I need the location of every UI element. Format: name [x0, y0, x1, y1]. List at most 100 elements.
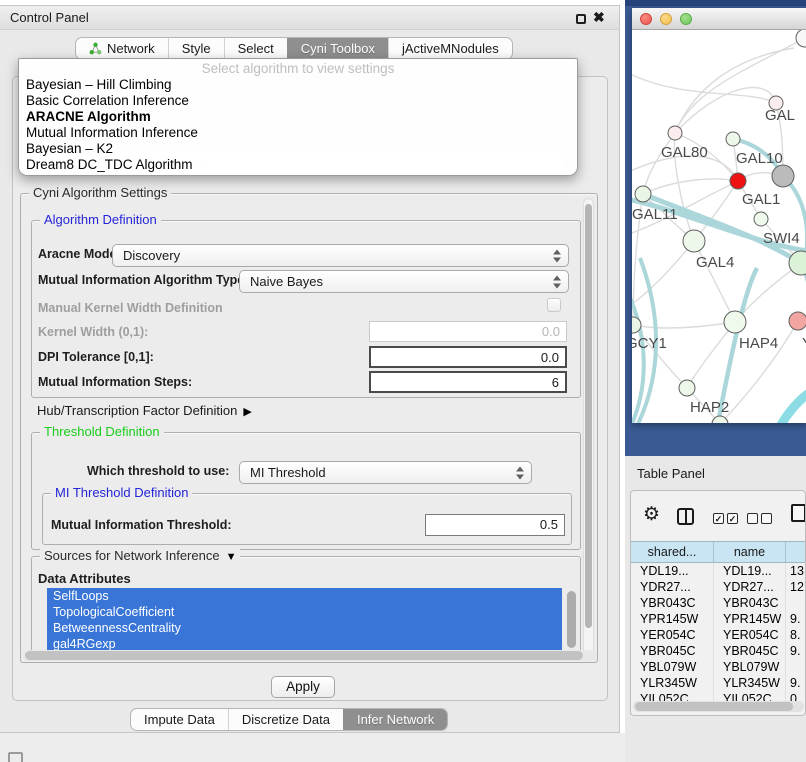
close-window-icon[interactable]	[640, 13, 652, 25]
table-row[interactable]: YDR27...YDR27...12	[631, 579, 806, 595]
control-panel-tab-bar: Network Style SelectCyni ToolboxjActiveMNo…	[75, 37, 513, 60]
tab-cyni-toolbox[interactable]: Cyni Toolbox	[287, 38, 388, 59]
table-row[interactable]: YBR043CYBR043C	[631, 595, 806, 611]
minimize-window-icon[interactable]	[660, 13, 672, 25]
which-threshold-label: Which threshold to use:	[87, 464, 229, 478]
algorithm-option[interactable]: Dream8 DC_TDC Algorithm	[19, 157, 577, 173]
mi-threshold-field[interactable]: 0.5	[425, 514, 565, 536]
network-node-label: GAL80	[661, 144, 708, 161]
network-node-label: GCY1	[632, 335, 667, 352]
zoom-window-icon[interactable]	[680, 13, 692, 25]
table-row[interactable]: YER054CYER054C8.	[631, 627, 806, 643]
algorithm-option[interactable]: Bayesian – Hill Climbing	[19, 77, 577, 93]
tab-jactivemnodules[interactable]: jActiveMNodules	[388, 38, 512, 59]
table-column-header[interactable]: shared...	[631, 542, 714, 562]
network-node-label: GAL1	[742, 191, 780, 208]
table-row[interactable]: YDL19...YDL19...13	[631, 563, 806, 579]
table-cell	[786, 595, 806, 611]
table-cell: YDR27...	[714, 579, 786, 595]
threshold-definition-title: Threshold Definition	[40, 424, 164, 439]
table-settings-gear-icon[interactable]	[643, 503, 660, 526]
select-all-checkbox-icon[interactable]	[713, 513, 724, 524]
table-horizontal-scrollbar-thumb[interactable]	[635, 702, 793, 711]
network-edge[interactable]	[632, 285, 644, 423]
sources-title[interactable]: Sources for Network Inference▼	[40, 548, 240, 563]
settings-vertical-scrollbar[interactable]	[583, 198, 594, 656]
table-column-header[interactable]: name	[714, 542, 786, 562]
network-canvas[interactable]: GALGAL80GAL10GAL1GAL11SWI4GAL4GCY1HAP4YH…	[632, 30, 806, 423]
table-row[interactable]: YBL079WYBL079W	[631, 659, 806, 675]
table-cell: YBL079W	[631, 659, 714, 675]
network-edge[interactable]	[632, 241, 694, 308]
tab-label: Style	[182, 41, 211, 56]
network-edge[interactable]	[778, 387, 806, 423]
network-node-hap2[interactable]	[679, 380, 695, 396]
algorithm-option[interactable]: Mutual Information Inference	[19, 125, 577, 141]
algorithm-option[interactable]: ARACNE Algorithm	[19, 109, 577, 125]
table-row[interactable]: YPR145WYPR145W9.	[631, 611, 806, 627]
attribute-list-item[interactable]: BetweennessCentrality	[47, 620, 562, 636]
network-node-gal10[interactable]	[726, 132, 740, 146]
network-node-label: GAL	[765, 107, 795, 124]
restore-panel-icon[interactable]	[8, 752, 23, 762]
network-node[interactable]	[772, 165, 794, 187]
column-selector-icon[interactable]	[677, 508, 694, 525]
data-attributes-list: SelfLoopsTopologicalCoefficientBetweenne…	[47, 588, 562, 653]
network-edge[interactable]	[633, 322, 735, 328]
network-node-label: SWI4	[763, 230, 800, 247]
tab-infer-network[interactable]: Infer Network	[343, 709, 447, 730]
network-node-swi4[interactable]	[754, 212, 768, 226]
bottom-strip	[0, 733, 625, 762]
mi-steps-field[interactable]: 6	[369, 371, 567, 393]
float-panel-icon[interactable]	[576, 14, 586, 24]
network-node-gal1[interactable]	[730, 173, 746, 189]
attribute-list-item[interactable]: TopologicalCoefficient	[47, 604, 562, 620]
tab-select[interactable]: Select	[224, 38, 287, 59]
network-edge[interactable]	[632, 70, 776, 103]
tab-style[interactable]: Style	[168, 38, 224, 59]
select-all-checkbox-icon[interactable]	[727, 513, 738, 524]
hub-factor-expander[interactable]: Hub/Transcription Factor Definition▶	[37, 403, 252, 418]
network-node-gal80[interactable]	[668, 126, 682, 140]
network-edge[interactable]	[735, 263, 801, 322]
table-horizontal-scrollbar[interactable]	[633, 701, 804, 712]
tab-discretize-data[interactable]: Discretize Data	[228, 709, 343, 730]
cyni-bottom-tab-bar: Impute Data Discretize Data Infer Network	[130, 708, 448, 731]
tab-impute-data[interactable]: Impute Data	[131, 709, 228, 730]
table-header-row: shared...name	[631, 541, 806, 563]
tab-network[interactable]: Network	[76, 38, 168, 59]
network-node-gal4[interactable]	[683, 230, 705, 252]
algorithm-option[interactable]: Bayesian – K2	[19, 141, 577, 157]
table-row[interactable]: YLR345WYLR345W9.	[631, 675, 806, 691]
manual-kernel-width-checkbox[interactable]	[547, 298, 561, 312]
kernel-width-field[interactable]: 0.0	[369, 321, 567, 342]
network-node-gal11[interactable]	[635, 186, 651, 202]
export-table-icon[interactable]	[791, 504, 806, 522]
network-graph[interactable]: GALGAL80GAL10GAL1GAL11SWI4GAL4GCY1HAP4YH…	[632, 30, 806, 423]
settings-vertical-scrollbar-thumb[interactable]	[585, 204, 592, 628]
stepper-icon	[553, 275, 562, 288]
close-panel-icon[interactable]	[593, 9, 605, 26]
algorithm-option[interactable]: Basic Correlation Inference	[19, 93, 577, 109]
attributes-scrollbar-thumb[interactable]	[567, 591, 576, 648]
aracne-mode-combo[interactable]: Discovery	[112, 244, 569, 267]
settings-horizontal-scrollbar-thumb[interactable]	[25, 651, 583, 660]
network-node-hap4[interactable]	[724, 311, 746, 333]
table-panel: Table Panel shared...name YDL19...YDL19.…	[625, 456, 806, 762]
table-column-header[interactable]	[786, 542, 806, 562]
algorithm-dropdown-placeholder: Select algorithm to view settings	[19, 61, 577, 77]
deselect-all-checkbox-icon[interactable]	[761, 513, 772, 524]
attribute-list-item[interactable]: SelfLoops	[47, 588, 562, 604]
dpi-tolerance-field[interactable]: 0.0	[369, 346, 567, 368]
mi-algorithm-type-combo[interactable]: Naive Bayes	[239, 270, 569, 293]
stepper-icon	[553, 249, 562, 262]
apply-button[interactable]: Apply	[271, 676, 335, 698]
network-node-y[interactable]	[789, 312, 806, 330]
deselect-all-checkbox-icon[interactable]	[747, 513, 758, 524]
which-threshold-combo[interactable]: MI Threshold	[239, 461, 532, 484]
network-node[interactable]	[796, 30, 806, 47]
table-row[interactable]: YBR045CYBR045C9.	[631, 643, 806, 659]
tab-label: Discretize Data	[242, 712, 330, 727]
settings-horizontal-scrollbar[interactable]	[23, 650, 597, 661]
network-edge[interactable]	[643, 179, 738, 194]
